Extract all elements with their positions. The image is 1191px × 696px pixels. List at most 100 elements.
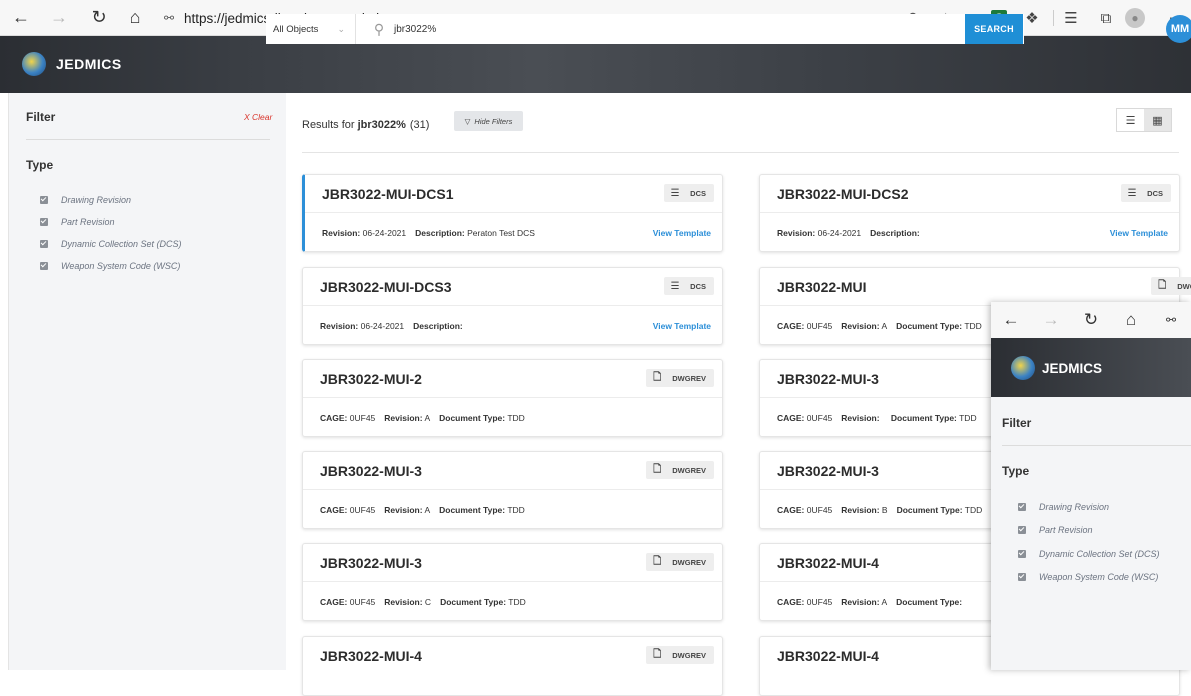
search-button[interactable]: SEARCH bbox=[965, 14, 1023, 44]
collections-icon[interactable]: ⧉ bbox=[1095, 7, 1117, 29]
checkbox-icon[interactable] bbox=[40, 196, 48, 204]
type-badge: 🗋 DWGREV bbox=[646, 461, 714, 479]
card-title[interactable]: JBR3022-MUI-4 bbox=[777, 555, 879, 571]
user-avatar[interactable]: MM bbox=[1166, 15, 1191, 43]
card-title[interactable]: JBR3022-MUI-3 bbox=[320, 555, 422, 571]
filter-item-part-revision[interactable]: Part Revision bbox=[40, 217, 115, 227]
meta-key: Revision: bbox=[384, 413, 423, 423]
result-card[interactable]: JBR3022-MUI-DCS1 ☰ DCS Revision: 06-24-2021… bbox=[302, 174, 723, 252]
badge-label: DWGREV bbox=[672, 557, 706, 567]
view-template-link[interactable]: View Template bbox=[653, 228, 711, 238]
meta-key: CAGE: bbox=[777, 597, 805, 607]
checkbox-icon[interactable] bbox=[1018, 550, 1026, 558]
scope-value: All Objects bbox=[273, 23, 319, 35]
card-title[interactable]: JBR3022-MUI-2 bbox=[320, 371, 422, 387]
meta-key: CAGE: bbox=[320, 597, 348, 607]
clear-filters-link[interactable]: X Clear bbox=[244, 112, 272, 122]
checkbox-icon[interactable] bbox=[1018, 573, 1026, 581]
type-badge: ☰ DCS bbox=[664, 277, 714, 295]
filter-item-drawing-revision[interactable]: Drawing Revision bbox=[1018, 502, 1109, 512]
scope-select[interactable]: All Objects ⌄ bbox=[266, 14, 356, 44]
badge-label: DWGREV bbox=[672, 373, 706, 383]
meta-value: 0UF45 bbox=[349, 597, 376, 607]
hide-filters-button[interactable]: ▽ Hide Filters bbox=[454, 111, 523, 131]
filter-funnel-icon: ▽ bbox=[464, 116, 471, 126]
checkbox-icon[interactable] bbox=[1018, 526, 1026, 534]
meta-value: TDD bbox=[507, 413, 525, 423]
result-card[interactable]: JBR3022-MUI-DCS3 ☰ DCS Revision: 06-24-2021… bbox=[302, 267, 723, 345]
grid-view-icon[interactable]: ▦ bbox=[1144, 109, 1171, 131]
checkbox-icon[interactable] bbox=[40, 262, 48, 270]
card-divider bbox=[303, 305, 722, 306]
document-icon: 🗋 bbox=[653, 648, 662, 660]
card-title[interactable]: JBR3022-MUI-3 bbox=[320, 463, 422, 479]
list-view-icon[interactable]: ☰ bbox=[1117, 109, 1144, 131]
refresh-icon[interactable]: ↻ bbox=[84, 0, 114, 36]
meta-value: 0UF45 bbox=[806, 505, 833, 515]
document-icon: 🗋 bbox=[653, 555, 662, 567]
card-title[interactable]: JBR3022-MUI-4 bbox=[777, 648, 879, 664]
filter-item-label: Drawing Revision bbox=[61, 195, 132, 205]
meta-value: TDD bbox=[507, 505, 525, 515]
filter-item-wsc[interactable]: Weapon System Code (WSC) bbox=[40, 261, 180, 271]
document-icon: 🗋 bbox=[653, 371, 662, 383]
view-template-link[interactable]: View Template bbox=[653, 321, 711, 331]
card-title[interactable]: JBR3022-MUI-DCS2 bbox=[777, 186, 908, 202]
type-title: Type bbox=[26, 158, 54, 172]
meta-key: Description: bbox=[415, 228, 465, 238]
meta-key: Revision: bbox=[841, 505, 880, 515]
card-title[interactable]: JBR3022-MUI-DCS3 bbox=[320, 279, 451, 295]
checkbox-icon[interactable] bbox=[40, 240, 48, 248]
results-count: (31) bbox=[409, 119, 430, 131]
filter-item-wsc[interactable]: Weapon System Code (WSC) bbox=[1018, 572, 1158, 582]
forward-icon[interactable]: → bbox=[44, 0, 74, 36]
result-card[interactable]: JBR3022-MUI-3 🗋 DWGREV CAGE: 0UF45 Revision:… bbox=[302, 451, 723, 529]
meta-key: CAGE: bbox=[777, 321, 805, 331]
card-title[interactable]: JBR3022-MUI bbox=[777, 279, 866, 295]
result-card[interactable]: JBR3022-MUI-4 🗋 DWGREV bbox=[302, 636, 723, 696]
search-input[interactable]: jbr3022% bbox=[394, 24, 1000, 35]
favorites-list-icon[interactable]: ☰ bbox=[1060, 7, 1082, 29]
type-badge: ☰ DCS bbox=[664, 184, 714, 202]
divider bbox=[302, 152, 1179, 153]
meta-value: TDD bbox=[959, 413, 977, 423]
list-icon: ☰ bbox=[1127, 187, 1137, 199]
meta-key: Revision: bbox=[841, 413, 880, 423]
type-badge: 🗋 DWGREV bbox=[646, 553, 714, 571]
extensions-puzzle-icon[interactable]: ❖ bbox=[1021, 7, 1043, 29]
home-icon[interactable]: ⌂ bbox=[120, 0, 150, 36]
filter-item-label: Dynamic Collection Set (DCS) bbox=[1039, 549, 1160, 559]
view-toggle: ☰ ▦ bbox=[1116, 108, 1172, 132]
back-icon[interactable]: ← bbox=[6, 0, 36, 36]
meta-key: CAGE: bbox=[777, 505, 805, 515]
checkbox-icon[interactable] bbox=[1018, 503, 1026, 511]
brand-title[interactable]: JEDMICS bbox=[56, 56, 122, 72]
list-icon: ☰ bbox=[670, 187, 680, 199]
home-icon[interactable]: ⌂ bbox=[1111, 310, 1151, 330]
result-card[interactable]: JBR3022-MUI-DCS2 ☰ DCS Revision: 06-24-2021… bbox=[759, 174, 1180, 252]
card-title[interactable]: JBR3022-MUI-DCS1 bbox=[322, 186, 453, 202]
card-title[interactable]: JBR3022-MUI-3 bbox=[777, 371, 879, 387]
result-card[interactable]: JBR3022-MUI-2 🗋 DWGREV CAGE: 0UF45 Revision:… bbox=[302, 359, 723, 437]
meta-key: Revision: bbox=[322, 228, 361, 238]
meta-key: CAGE: bbox=[320, 505, 348, 515]
refresh-icon[interactable]: ↻ bbox=[1071, 310, 1111, 330]
filter-item-part-revision[interactable]: Part Revision bbox=[1018, 525, 1093, 535]
card-title[interactable]: JBR3022-MUI-3 bbox=[777, 463, 879, 479]
document-icon: 🗋 bbox=[1158, 279, 1167, 291]
checkbox-icon[interactable] bbox=[40, 218, 48, 226]
filter-item-dcs[interactable]: Dynamic Collection Set (DCS) bbox=[40, 239, 182, 249]
card-meta: Revision: 06-24-2021 Description: bbox=[320, 321, 463, 331]
jedmics-logo-icon[interactable] bbox=[22, 52, 46, 76]
forward-icon[interactable]: → bbox=[1031, 310, 1071, 330]
result-card[interactable]: JBR3022-MUI-3 🗋 DWGREV CAGE: 0UF45 Revision:… bbox=[302, 543, 723, 621]
filter-item-dcs[interactable]: Dynamic Collection Set (DCS) bbox=[1018, 549, 1160, 559]
profile-icon[interactable]: ● bbox=[1125, 8, 1145, 28]
back-icon[interactable]: ← bbox=[991, 310, 1031, 330]
filter-item-label: Dynamic Collection Set (DCS) bbox=[61, 239, 182, 249]
filter-item-drawing-revision[interactable]: Drawing Revision bbox=[40, 195, 131, 205]
view-template-link[interactable]: View Template bbox=[1110, 228, 1168, 238]
meta-value: TDD bbox=[964, 321, 982, 331]
meta-key: Revision: bbox=[384, 505, 423, 515]
card-title[interactable]: JBR3022-MUI-4 bbox=[320, 648, 422, 664]
